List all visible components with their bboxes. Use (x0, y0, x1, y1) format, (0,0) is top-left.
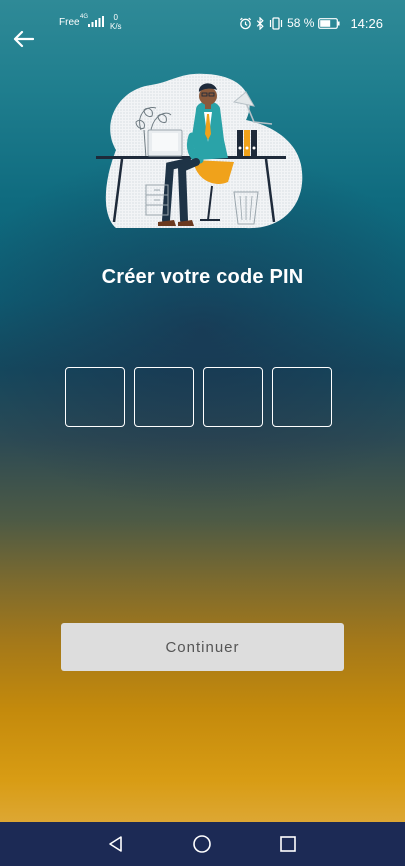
pin-input-group (65, 367, 332, 427)
battery-icon (318, 17, 341, 29)
screen-background: Free 4G 0 K/s 58 % 14:26 Créer votre cod… (0, 0, 405, 822)
network-speed-value: 0 (113, 13, 118, 22)
signal-strength-icon (88, 16, 104, 27)
continue-button[interactable]: Continuer (61, 623, 344, 671)
alarm-icon (240, 17, 252, 29)
person-at-desk-illustration (96, 73, 303, 229)
status-icons: 58 % 14:26 (239, 14, 383, 32)
nav-recents-button[interactable] (277, 833, 299, 855)
continue-button-label: Continuer (165, 638, 240, 656)
pin-digit-1-input[interactable] (65, 367, 125, 427)
status-bar: Free 4G 0 K/s 58 % 14:26 (0, 0, 405, 44)
bluetooth-icon (256, 16, 264, 30)
back-button[interactable] (8, 24, 38, 54)
vibrate-icon (269, 16, 283, 30)
network-speed: 0 K/s (110, 13, 122, 31)
circle-home-icon (193, 835, 211, 853)
battery-percent: 58 % (287, 16, 315, 30)
network-speed-unit: K/s (110, 22, 122, 31)
pin-digit-3-input[interactable] (203, 367, 263, 427)
arrow-left-icon (13, 30, 34, 48)
square-recents-icon (280, 836, 296, 852)
system-navigation-bar (0, 822, 405, 866)
pin-digit-4-input[interactable] (272, 367, 332, 427)
nav-back-button[interactable] (105, 833, 127, 855)
triangle-back-icon (109, 836, 122, 852)
clock: 14:26 (350, 15, 383, 31)
pin-digit-2-input[interactable] (134, 367, 194, 427)
network-type-label: 4G (80, 14, 89, 20)
carrier-label: Free (59, 17, 80, 28)
page-title: Créer votre code PIN (101, 266, 304, 288)
nav-home-button[interactable] (191, 833, 213, 855)
